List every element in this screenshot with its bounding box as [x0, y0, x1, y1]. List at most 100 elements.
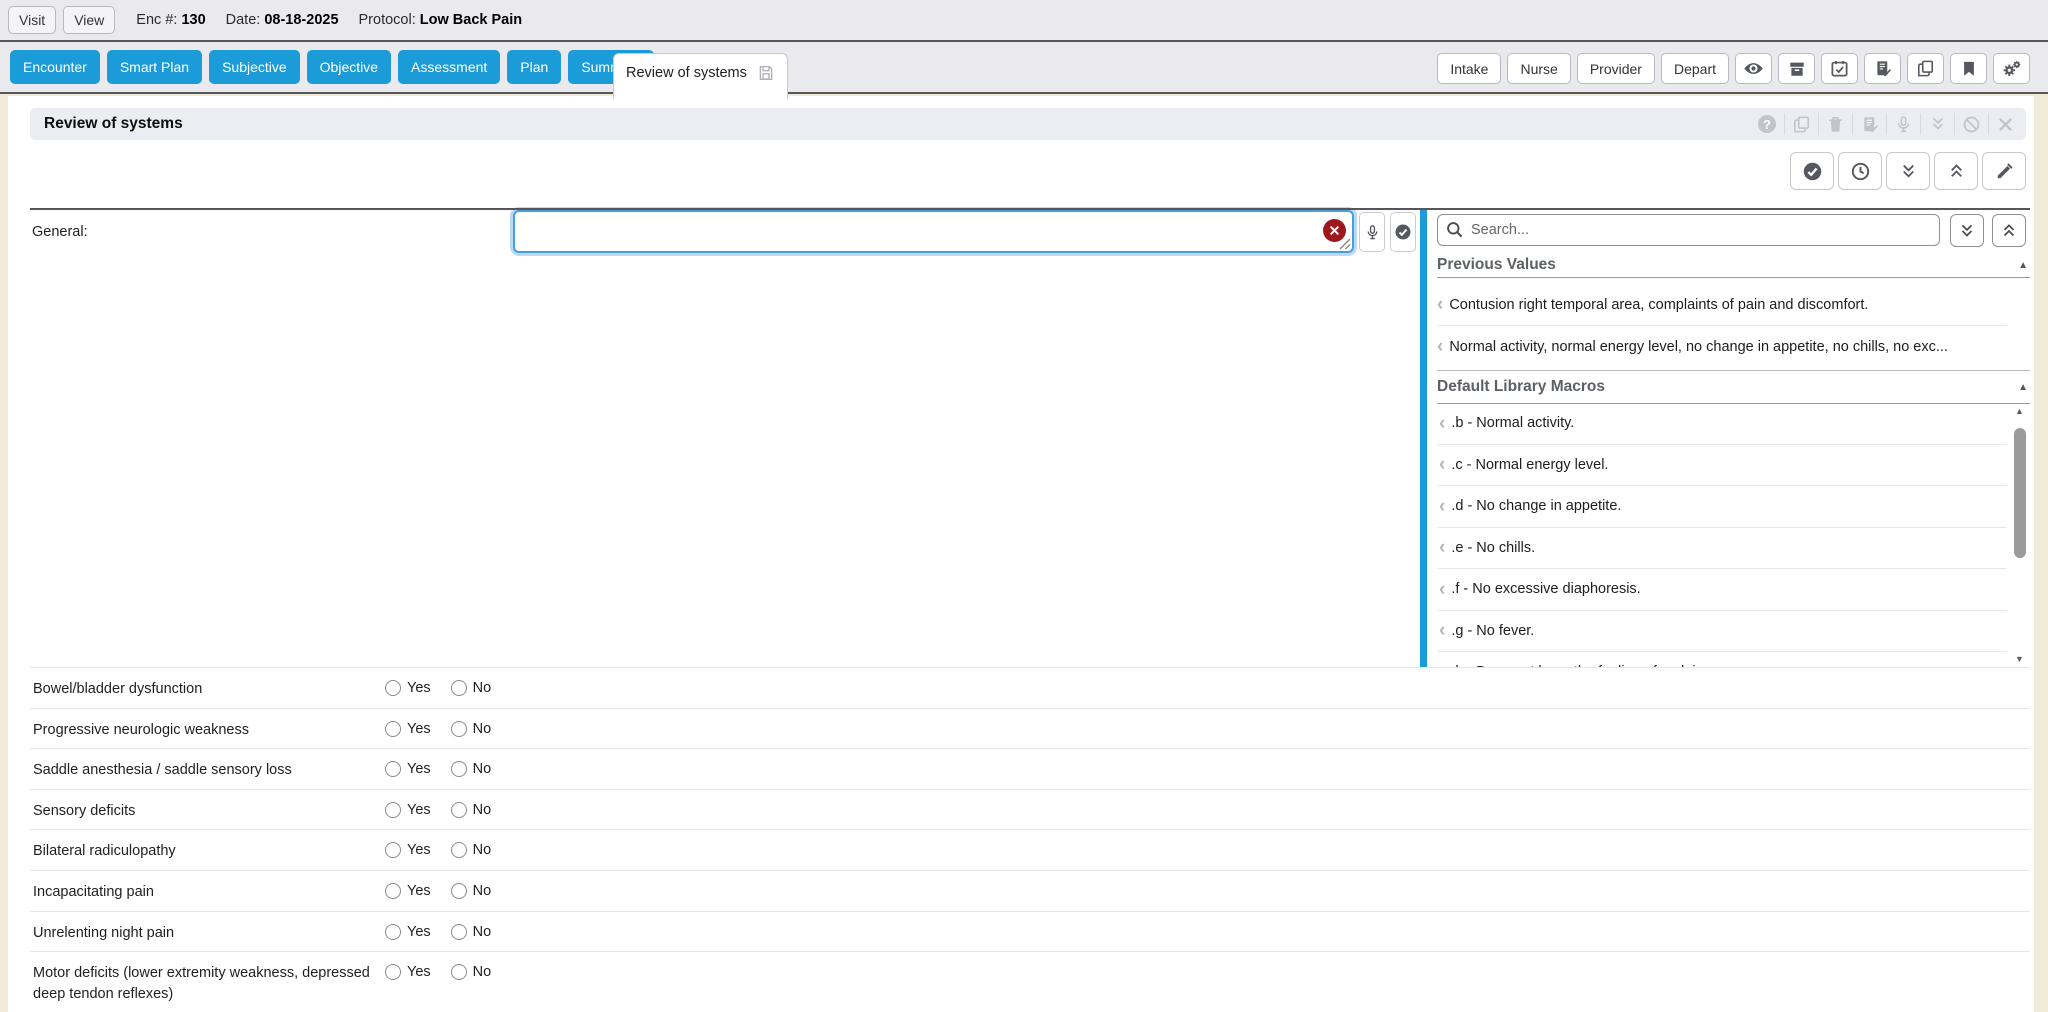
- section-header-icons: ?: [1750, 108, 2026, 140]
- macro-item[interactable]: ‹.e - No chills.: [1437, 528, 2007, 570]
- macro-item[interactable]: ‹.h - Does not have the feeling of malai…: [1437, 652, 2007, 667]
- provider-button[interactable]: Provider: [1577, 53, 1655, 84]
- previous-values-title: Previous Values: [1437, 256, 1556, 274]
- visit-button[interactable]: Visit: [8, 6, 56, 34]
- question-row: Sensory deficits YesNo: [30, 789, 2030, 830]
- depart-button[interactable]: Depart: [1661, 53, 1729, 84]
- nurse-button[interactable]: Nurse: [1507, 53, 1570, 84]
- archive-box-icon[interactable]: [1778, 53, 1815, 84]
- yes-label[interactable]: Yes: [407, 924, 431, 940]
- macros-header[interactable]: Default Library Macros ▲: [1437, 370, 2030, 403]
- no-radio[interactable]: [451, 924, 467, 940]
- question-row: Unrelenting night pain YesNo: [30, 911, 2030, 952]
- no-radio[interactable]: [451, 761, 467, 777]
- clear-icon[interactable]: [1323, 219, 1346, 242]
- macro-item[interactable]: ‹.c - Normal energy level.: [1437, 445, 2007, 487]
- insert-left-icon: ‹: [1439, 580, 1445, 599]
- no-label[interactable]: No: [473, 721, 492, 737]
- yes-label[interactable]: Yes: [407, 964, 431, 980]
- macro-item[interactable]: ‹.d - No change in appetite.: [1437, 486, 2007, 528]
- previous-values-header[interactable]: Previous Values ▲: [1437, 253, 2030, 277]
- insert-left-icon: ‹: [1439, 497, 1445, 516]
- collapse-triangle-icon[interactable]: ▲: [2018, 382, 2030, 393]
- macro-item[interactable]: ‹.g - No fever.: [1437, 611, 2007, 653]
- copy-icon: [1784, 113, 1818, 135]
- question-row: Saddle anesthesia / saddle sensory loss …: [30, 748, 2030, 789]
- no-label[interactable]: No: [473, 802, 492, 818]
- intake-button[interactable]: Intake: [1437, 53, 1501, 84]
- edit-pencil-button[interactable]: [1982, 152, 2026, 190]
- no-radio[interactable]: [451, 721, 467, 737]
- history-clock-button[interactable]: [1838, 152, 1882, 190]
- no-label[interactable]: No: [473, 883, 492, 899]
- yes-radio[interactable]: [385, 964, 401, 980]
- previous-value-item[interactable]: ‹ Contusion right temporal area, complai…: [1437, 284, 2030, 325]
- no-label[interactable]: No: [473, 680, 492, 696]
- yes-radio[interactable]: [385, 761, 401, 777]
- macro-item[interactable]: ‹.f - No excessive diaphoresis.: [1437, 569, 2007, 611]
- right-panel-accent-bar: [1420, 210, 1427, 667]
- nav-encounter[interactable]: Encounter: [10, 50, 100, 84]
- yes-radio[interactable]: [385, 842, 401, 858]
- yes-label[interactable]: Yes: [407, 680, 431, 696]
- insert-left-icon: ‹: [1439, 538, 1445, 557]
- yes-radio[interactable]: [385, 924, 401, 940]
- no-radio[interactable]: [451, 680, 467, 696]
- help-icon[interactable]: ?: [1750, 113, 1784, 135]
- collapse-all-lists-button[interactable]: [1992, 214, 2026, 247]
- bookmark-icon[interactable]: [1950, 53, 1987, 84]
- close-icon[interactable]: [1988, 113, 2022, 135]
- previous-value-item[interactable]: ‹ Normal activity, normal energy level, …: [1437, 326, 2030, 367]
- settings-gears-icon[interactable]: [1993, 53, 2030, 84]
- no-radio[interactable]: [451, 842, 467, 858]
- dictate-microphone-button[interactable]: [1359, 212, 1385, 252]
- tab-review-of-systems[interactable]: Review of systems: [613, 53, 788, 99]
- yes-radio[interactable]: [385, 680, 401, 696]
- previous-value-text: Contusion right temporal area, complaint…: [1449, 297, 1868, 313]
- search-input[interactable]: [1437, 214, 1940, 246]
- yes-radio[interactable]: [385, 883, 401, 899]
- no-radio[interactable]: [451, 964, 467, 980]
- nav-subjective[interactable]: Subjective: [209, 50, 300, 84]
- no-radio[interactable]: [451, 883, 467, 899]
- yes-radio[interactable]: [385, 802, 401, 818]
- collapse-triangle-icon[interactable]: ▲: [2018, 260, 2030, 271]
- macro-item[interactable]: ‹.b - Normal activity.: [1437, 403, 2007, 445]
- macro-list-scrollbar[interactable]: ▲ ▼: [2012, 404, 2029, 666]
- no-radio[interactable]: [451, 802, 467, 818]
- yes-label[interactable]: Yes: [407, 721, 431, 737]
- question-row: Bowel/bladder dysfunction YesNo: [30, 667, 2030, 708]
- yes-label[interactable]: Yes: [407, 761, 431, 777]
- no-label[interactable]: No: [473, 964, 492, 980]
- confirm-button[interactable]: [1390, 212, 1416, 252]
- scroll-down-icon[interactable]: ▼: [2015, 654, 2024, 664]
- general-input[interactable]: [513, 210, 1354, 253]
- scrollbar-thumb[interactable]: [2014, 428, 2026, 558]
- expand-all-button[interactable]: [1886, 152, 1930, 190]
- journal-icon[interactable]: [1864, 53, 1901, 84]
- collapse-all-button[interactable]: [1934, 152, 1978, 190]
- expand-all-lists-button[interactable]: [1950, 214, 1984, 247]
- yes-label[interactable]: Yes: [407, 842, 431, 858]
- nav-plan[interactable]: Plan: [507, 50, 561, 84]
- scroll-up-icon[interactable]: ▲: [2015, 406, 2024, 416]
- section-divider: [30, 208, 2030, 210]
- macro-text: .b - Normal activity.: [1451, 415, 1574, 431]
- check-circle-button[interactable]: [1790, 152, 1834, 190]
- nav-smart-plan[interactable]: Smart Plan: [107, 50, 202, 84]
- yes-label[interactable]: Yes: [407, 883, 431, 899]
- eye-icon[interactable]: [1735, 53, 1772, 84]
- no-label[interactable]: No: [473, 761, 492, 777]
- yes-label[interactable]: Yes: [407, 802, 431, 818]
- copy-pages-icon[interactable]: [1907, 53, 1944, 84]
- question-label: Incapacitating pain: [33, 882, 385, 903]
- nav-objective[interactable]: Objective: [307, 50, 391, 84]
- no-label[interactable]: No: [473, 924, 492, 940]
- nav-assessment[interactable]: Assessment: [398, 50, 500, 84]
- macro-search: [1437, 214, 1940, 246]
- enc-label: Enc #:: [136, 12, 177, 28]
- view-button[interactable]: View: [63, 6, 115, 34]
- yes-radio[interactable]: [385, 721, 401, 737]
- no-label[interactable]: No: [473, 842, 492, 858]
- calendar-check-icon[interactable]: [1821, 53, 1858, 84]
